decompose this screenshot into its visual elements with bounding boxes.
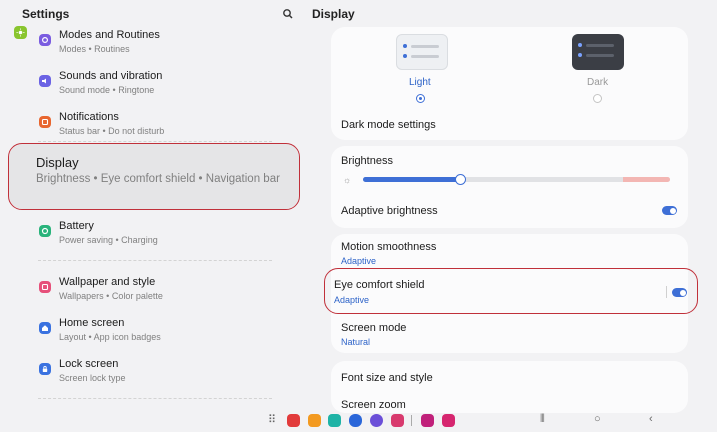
settings-item-home-screen[interactable]: Home screen Layout • App icon badges <box>0 317 310 353</box>
brightness-high-zone <box>623 177 670 182</box>
divider <box>38 141 272 142</box>
settings-item-title: Wallpaper and style <box>59 276 156 288</box>
light-mode-radio[interactable] <box>416 94 425 103</box>
messages-app-icon[interactable] <box>349 414 362 427</box>
settings-item-modes-and-routines[interactable]: Modes and Routines Modes • Routines <box>0 29 310 65</box>
settings-item-subtitle: Wallpapers • Color palette <box>59 291 163 301</box>
dark-mode-radio[interactable] <box>593 94 602 103</box>
settings-item-sounds-and-vibration[interactable]: Sounds and vibration Sound mode • Ringto… <box>0 70 310 106</box>
flipboard-app-icon[interactable] <box>287 414 300 427</box>
settings-item-subtitle: Screen lock type <box>59 373 126 383</box>
dark-mode-preview[interactable] <box>572 34 624 70</box>
eye-comfort-shield-label[interactable]: Eye comfort shield <box>334 279 424 291</box>
settings-item-subtitle: Status bar • Do not disturb <box>59 126 165 136</box>
settings-item-subtitle: Power saving • Charging <box>59 235 158 245</box>
settings-item-wallpaper-and-style[interactable]: Wallpaper and style Wallpapers • Color p… <box>0 276 310 312</box>
light-mode-label: Light <box>409 77 431 88</box>
brightness-slider-thumb[interactable] <box>455 174 466 185</box>
settings-title: Settings <box>22 7 70 21</box>
brightness-slider-fill <box>363 177 460 182</box>
home-button[interactable]: ○ <box>594 413 601 425</box>
navigation-bar: ⠿ ⦀ ○ ‹ <box>0 410 717 432</box>
battery-icon <box>39 225 51 237</box>
bixby-app-icon[interactable] <box>421 414 434 427</box>
lock-icon <box>39 363 51 375</box>
eye-comfort-shield-toggle[interactable] <box>672 288 687 297</box>
toggle-divider <box>666 286 667 298</box>
brightness-slider[interactable] <box>363 177 670 182</box>
notes-app-icon[interactable] <box>308 414 321 427</box>
display-title: Display <box>312 7 355 21</box>
screen-mode-value: Natural <box>341 337 371 347</box>
dark-mode-settings-link[interactable]: Dark mode settings <box>341 119 436 131</box>
settings-item-battery[interactable]: Battery Power saving • Charging <box>0 220 310 256</box>
settings-item-title: Sounds and vibration <box>59 70 163 82</box>
motion-smoothness-value: Adaptive <box>341 256 377 266</box>
eye-comfort-shield-value: Adaptive <box>334 295 370 305</box>
dark-mode-label: Dark <box>587 77 609 88</box>
gallery-app-icon[interactable] <box>391 414 404 427</box>
internet-app-icon[interactable] <box>370 414 383 427</box>
settings-item-lock-screen[interactable]: Lock screen Screen lock type <box>0 358 310 394</box>
sun-icon <box>14 26 27 39</box>
search-icon[interactable] <box>282 7 294 19</box>
screen-mode-label[interactable]: Screen mode <box>341 322 406 334</box>
bell-icon <box>39 116 51 128</box>
wallpaper-icon <box>39 281 51 293</box>
divider <box>38 398 272 399</box>
settings-item-title: Home screen <box>59 317 125 329</box>
flower-app-icon[interactable] <box>442 414 455 427</box>
brightness-label: Brightness <box>341 155 393 167</box>
store-app-icon[interactable] <box>328 414 341 427</box>
font-size-and-style-label[interactable]: Font size and style <box>341 372 433 384</box>
divider <box>38 260 272 261</box>
modes-icon <box>39 34 51 46</box>
adaptive-brightness-label: Adaptive brightness <box>341 205 438 217</box>
settings-item-title: Notifications <box>59 111 119 123</box>
settings-item-subtitle: Layout • App icon badges <box>59 332 161 342</box>
speaker-icon <box>39 75 51 87</box>
back-button[interactable]: ‹ <box>649 413 653 425</box>
settings-item-title: Modes and Routines <box>59 29 160 41</box>
settings-item-title: Display <box>36 155 79 170</box>
home-icon <box>39 322 51 334</box>
settings-item-title: Lock screen <box>59 358 119 370</box>
adaptive-brightness-toggle[interactable] <box>662 206 677 215</box>
recents-button[interactable]: ⦀ <box>540 413 545 426</box>
light-mode-preview[interactable] <box>396 34 448 70</box>
brightness-sun-icon: ☼ <box>343 175 352 185</box>
motion-smoothness-label[interactable]: Motion smoothness <box>341 241 436 253</box>
settings-item-subtitle: Brightness • Eye comfort shield • Naviga… <box>36 173 280 185</box>
settings-item-subtitle: Modes • Routines <box>59 44 130 54</box>
settings-item-subtitle: Sound mode • Ringtone <box>59 85 155 95</box>
apps-grid-icon[interactable]: ⠿ <box>268 413 276 426</box>
nav-separator <box>411 415 412 426</box>
settings-item-title: Battery <box>59 220 94 232</box>
